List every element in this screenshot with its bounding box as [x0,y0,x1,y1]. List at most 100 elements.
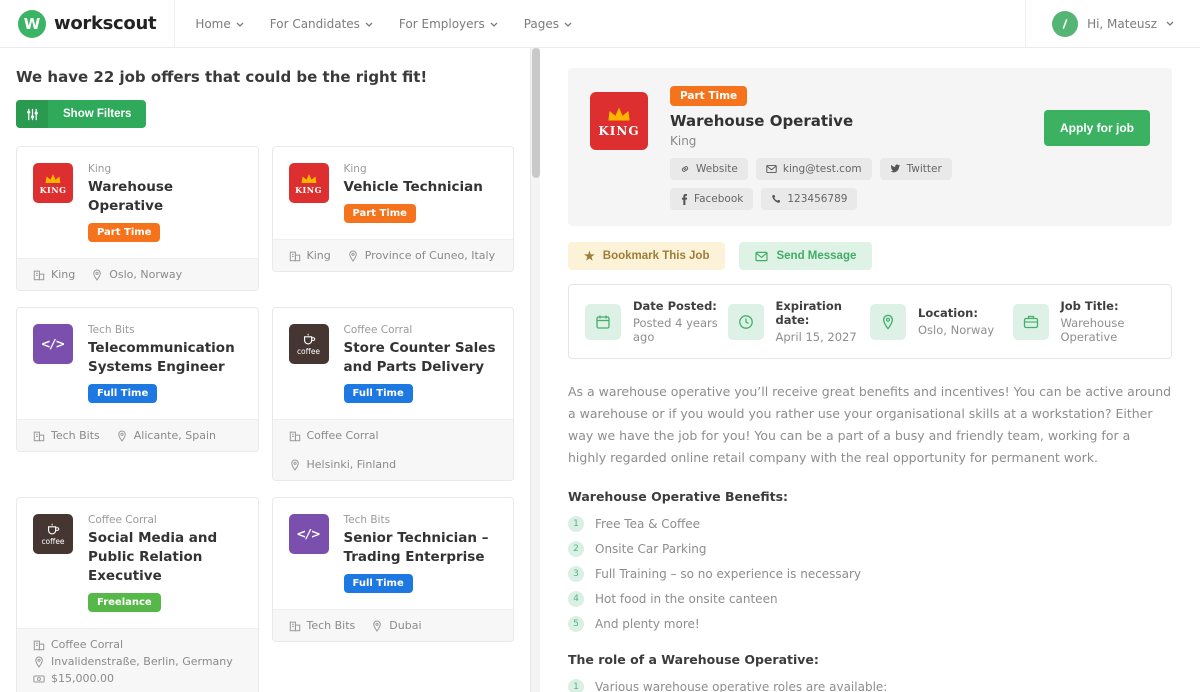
job-card[interactable]: KING King Vehicle Technician Part Time K… [272,146,515,272]
footer-location: Alicante, Spain [134,429,216,442]
job-card[interactable]: KING King Warehouse Operative Part Time … [16,146,259,291]
show-filters-label: Show Filters [48,100,146,128]
benefits-heading: Warehouse Operative Benefits: [568,489,1172,504]
send-message-label: Send Message [776,250,856,262]
user-menu[interactable]: Hi, Mateusz [1025,0,1200,47]
email-label: king@test.com [783,163,862,175]
job-card[interactable]: </> Tech Bits Senior Technician – Tradin… [272,497,515,642]
left-panel-scrollbar[interactable] [530,48,540,692]
list-item-text: Full Training – so no experience is nece… [595,566,861,582]
role-heading: The role of a Warehouse Operative: [568,652,1172,667]
nav-item-for-candidates[interactable]: For Candidates [270,17,373,31]
company-icon [289,250,301,262]
footer-company: Coffee Corral [51,638,123,651]
card-footer: Tech Bits Alicante, Spain [17,419,258,451]
company-links: Website king@test.com Twitter Facebook 1… [670,158,1022,210]
sliders-icon [16,100,48,128]
footer-location: Province of Cuneo, Italy [365,249,495,262]
job-overview: Date Posted: Posted 4 years ago Expirati… [568,284,1172,359]
coffee-cup-icon [45,523,61,536]
job-card[interactable]: coffee Coffee Corral Store Counter Sales… [272,307,515,481]
nav-label: For Employers [399,17,485,31]
phone-icon [771,194,781,204]
benefits-list: Free Tea & Coffee Onsite Car Parking Ful… [568,516,1172,632]
company-icon [33,269,45,281]
footer-company: Tech Bits [51,429,100,442]
chevron-down-icon [490,22,498,27]
coffee-corral-logo: coffee [33,514,73,554]
location-pin-icon [870,304,906,340]
nav-item-for-employers[interactable]: For Employers [399,17,498,31]
website-link[interactable]: Website [670,158,748,180]
card-company: King [88,163,242,175]
footer-salary: $15,000.00 [51,672,114,685]
list-item-text: Free Tea & Coffee [595,516,700,532]
facebook-icon [680,194,688,205]
list-item-text: Various warehouse operative roles are av… [595,679,887,692]
facebook-link[interactable]: Facebook [670,188,753,210]
techbits-logo: </> [33,324,73,364]
job-detail-header: KING Part Time Warehouse Operative King … [568,68,1172,226]
coffee-logo-word: coffee [297,348,320,356]
apply-for-job-button[interactable]: Apply for job [1044,110,1150,146]
list-item-text: And plenty more! [595,616,700,632]
chevron-down-icon [365,22,373,27]
card-title: Vehicle Technician [344,178,483,197]
overview-value: Oslo, Norway [918,323,994,337]
job-type-badge: Part Time [670,86,747,106]
footer-location: Helsinki, Finland [307,458,397,471]
coffee-logo-word: coffee [41,538,64,546]
scrollbar-thumb[interactable] [532,48,540,178]
job-type-badge: Part Time [88,223,160,242]
list-item: Hot food in the onsite canteen [568,591,1172,607]
overview-value: April 15, 2027 [776,330,871,344]
job-list-panel: We have 22 job offers that could be the … [0,48,540,692]
techbits-logo: </> [289,514,329,554]
salary-icon [33,673,45,685]
calendar-icon [585,304,621,340]
overview-value: Posted 4 years ago [633,316,728,344]
overview-value: Warehouse Operative [1061,316,1156,344]
nav-item-home[interactable]: Home [195,17,243,31]
email-link[interactable]: king@test.com [756,158,872,180]
job-type-badge: Freelance [88,593,161,612]
list-item: Various warehouse operative roles are av… [568,679,1172,692]
brand-logo[interactable]: W workscout [0,0,175,47]
king-logo-word: KING [295,186,322,194]
coffee-cup-icon [301,333,317,346]
phone-link[interactable]: 123456789 [761,188,857,210]
phone-label: 123456789 [787,193,847,205]
card-footer: Tech Bits Dubai [273,609,514,641]
send-message-button[interactable]: Send Message [739,242,872,270]
card-footer: Coffee Corral Invalidenstraße, Berlin, G… [17,628,258,692]
overview-location: Location: Oslo, Norway [870,293,1013,350]
job-detail-panel: KING Part Time Warehouse Operative King … [540,48,1200,692]
job-card[interactable]: </> Tech Bits Telecommunication Systems … [16,307,259,452]
nav-item-pages[interactable]: Pages [524,17,572,31]
bookmark-label: Bookmark This Job [603,250,710,262]
footer-company: Coffee Corral [307,429,379,442]
bookmark-job-button[interactable]: ★ Bookmark This Job [568,242,725,270]
job-type-badge: Part Time [344,204,416,223]
king-logo-word: KING [598,125,639,137]
show-filters-button[interactable]: Show Filters [16,100,146,128]
list-item: Full Training – so no experience is nece… [568,566,1172,582]
list-item: Free Tea & Coffee [568,516,1172,532]
job-type-badge: Full Time [88,384,157,403]
job-detail-title: Warehouse Operative [670,112,1022,130]
job-description: As a warehouse operative you’ll receive … [568,381,1172,469]
overview-label: Location: [918,306,994,320]
briefcase-icon [1013,304,1049,340]
footer-location: Dubai [389,619,421,632]
card-title: Senior Technician – Trading Enterprise [344,529,498,567]
list-item-text: Onsite Car Parking [595,541,707,557]
king-logo-large: KING [590,92,648,150]
twitter-link[interactable]: Twitter [880,158,952,180]
footer-company: Tech Bits [307,619,356,632]
website-label: Website [696,163,738,175]
chevron-down-icon [564,22,572,27]
job-card[interactable]: coffee Coffee Corral Social Media and Pu… [16,497,259,692]
nav-label: Pages [524,17,559,31]
workscout-logo-icon: W [18,10,46,38]
footer-company: King [307,249,331,262]
